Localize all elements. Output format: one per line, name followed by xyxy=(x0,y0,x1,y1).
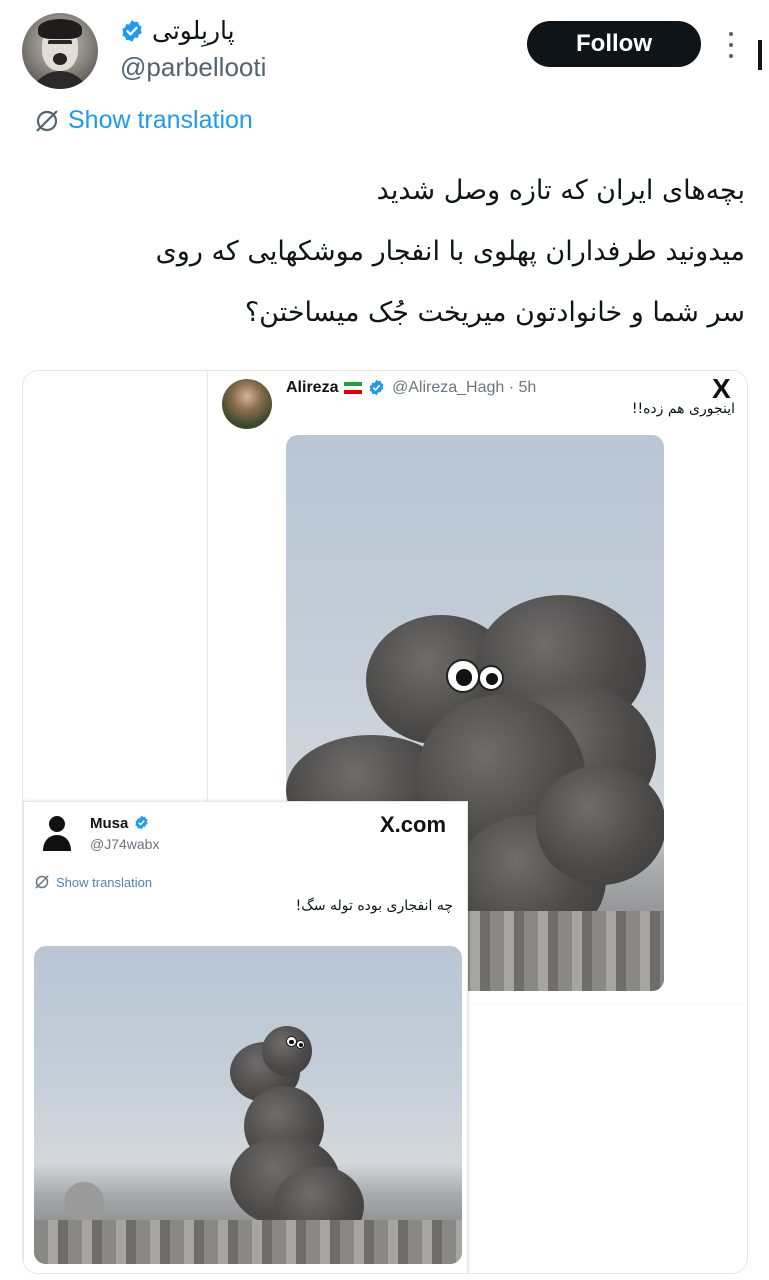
verified-badge-icon xyxy=(369,379,384,396)
musa-show-translation: Show translation xyxy=(34,874,152,890)
default-avatar-icon xyxy=(43,816,71,851)
translate-icon xyxy=(36,109,58,132)
musa-handle: @J74wabx xyxy=(90,836,160,852)
author-name-row[interactable]: پاربِلوتی xyxy=(120,16,235,45)
tweet-line: سر شما و خانوادتون میریخت جُک میساختن؟ xyxy=(244,297,745,328)
tweet-line: میدونید طرفداران پهلوی با انفجار موشکهای… xyxy=(155,236,745,267)
tweet-text: بچه‌های ایران که تازه وصل شدید میدونید ط… xyxy=(25,160,745,343)
verified-badge-icon xyxy=(135,815,148,830)
author-handle[interactable]: @parbellooti xyxy=(120,52,266,83)
more-vertical-icon[interactable] xyxy=(722,28,740,62)
alireza-avatar xyxy=(222,379,272,429)
show-translation-link[interactable]: Show translation xyxy=(34,106,253,135)
translate-icon xyxy=(35,875,49,889)
tweet-line: بچه‌های ایران که تازه وصل شدید xyxy=(376,175,745,206)
alireza-tweet-text: اینجوری هم زده!! xyxy=(631,401,735,417)
show-translation-label: Show translation xyxy=(68,106,253,134)
follow-button[interactable]: Follow xyxy=(527,21,701,67)
author-display-name: پاربِلوتی xyxy=(152,16,235,45)
embedded-tweet-musa: Musa @J74wabx X.com Show translation چه … xyxy=(23,801,468,1273)
musa-name: Musa xyxy=(90,815,129,832)
iran-flag-icon xyxy=(344,382,362,394)
x-com-logo: X.com xyxy=(380,812,447,837)
musa-show-translation-label: Show translation xyxy=(56,874,153,890)
explosion-photo xyxy=(34,946,462,1264)
scrollbar-handle[interactable] xyxy=(758,40,762,70)
verified-badge-icon xyxy=(122,19,142,42)
author-avatar[interactable] xyxy=(22,13,98,89)
alireza-handle-time: @Alireza_Hagh · 5h xyxy=(392,379,537,396)
tweet-media-image[interactable]: Alireza @Alireza_Hagh · 5h X اینجوری هم … xyxy=(22,370,748,1274)
musa-tweet-text: چه انفجاری بوده توله سگ! xyxy=(295,898,453,914)
alireza-name: Alireza xyxy=(286,379,339,396)
